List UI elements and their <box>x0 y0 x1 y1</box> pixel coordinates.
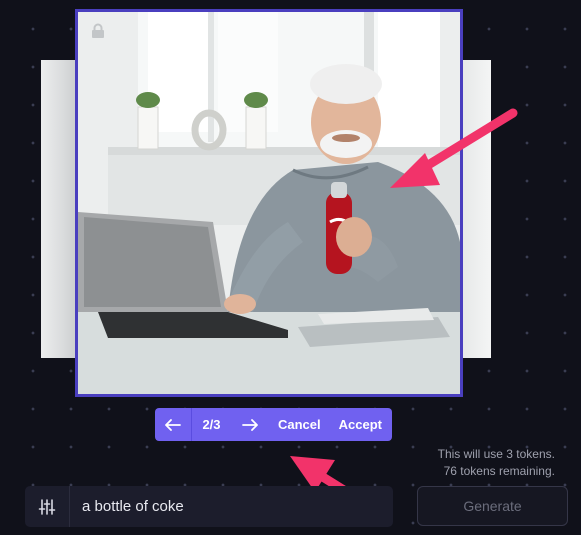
token-remaining-text: 76 tokens remaining. <box>443 464 555 478</box>
outpaint-left-strip <box>41 60 79 358</box>
next-result-button[interactable] <box>231 408 269 441</box>
token-cost-text: This will use 3 tokens. <box>437 447 555 461</box>
generated-image-frame[interactable] <box>75 9 463 397</box>
lock-icon[interactable] <box>90 23 106 39</box>
previous-result-button[interactable] <box>155 408 192 441</box>
result-navigation-toolbar: 2/3 Cancel Accept <box>155 408 392 441</box>
outpaint-right-strip <box>461 60 491 358</box>
prompt-settings-button[interactable] <box>25 486 70 527</box>
arrow-right-icon <box>242 418 258 431</box>
result-counter: 2/3 <box>202 417 221 432</box>
app-canvas: 2/3 Cancel Accept This will use 3 tokens… <box>0 0 581 535</box>
generated-image <box>78 12 460 394</box>
sliders-icon <box>38 498 56 515</box>
token-usage-info: This will use 3 tokens. 76 tokens remain… <box>438 446 555 480</box>
prompt-input[interactable] <box>70 486 393 527</box>
accept-button[interactable]: Accept <box>330 408 392 441</box>
prompt-bar <box>25 486 393 527</box>
generate-button[interactable]: Generate <box>417 486 568 526</box>
cancel-button[interactable]: Cancel <box>269 408 330 441</box>
arrow-left-icon <box>165 418 181 431</box>
